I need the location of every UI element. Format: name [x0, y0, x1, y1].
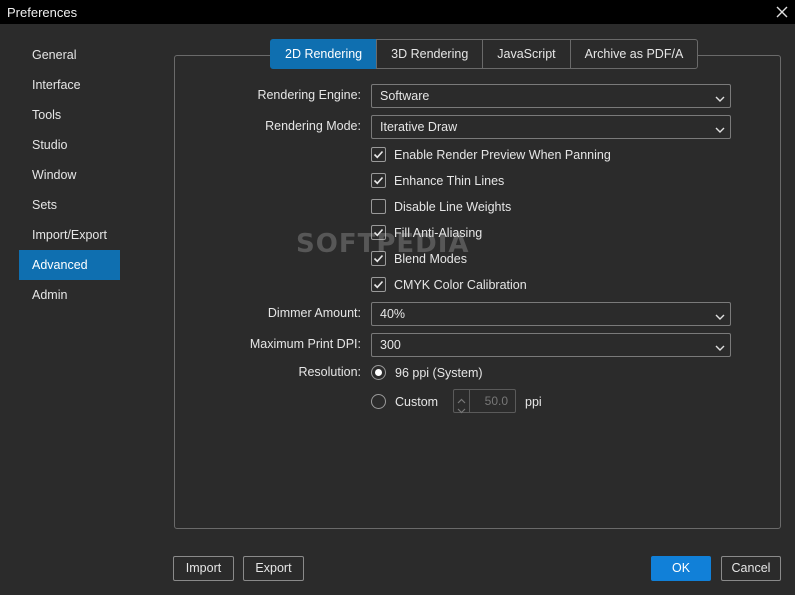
- checkbox-box[interactable]: [371, 147, 386, 162]
- sidebar-item-window[interactable]: Window: [19, 160, 120, 190]
- dimmer-amount-value: 40%: [380, 307, 406, 321]
- rendering-engine-label: Rendering Engine:: [257, 88, 361, 102]
- checkbox-label: Enable Render Preview When Panning: [394, 148, 611, 162]
- sidebar-item-admin[interactable]: Admin: [19, 280, 120, 310]
- rendering-mode-row: Rendering Mode: Iterative Draw: [174, 115, 781, 139]
- max-print-dpi-row: Maximum Print DPI: 300: [174, 333, 781, 357]
- max-print-dpi-label: Maximum Print DPI:: [249, 337, 361, 351]
- tab-3d-rendering[interactable]: 3D Rendering: [376, 39, 484, 69]
- chevron-down-icon: [715, 123, 725, 133]
- checkbox-label: Enhance Thin Lines: [394, 174, 505, 188]
- stepper-down-icon[interactable]: [457, 403, 466, 414]
- chevron-down-icon: [715, 92, 725, 102]
- checkbox-box[interactable]: [371, 277, 386, 292]
- tab-archive-pdfa[interactable]: Archive as PDF/A: [569, 39, 699, 69]
- radio-label: 96 ppi (System): [395, 366, 483, 380]
- rendering-engine-row: Rendering Engine: Software: [174, 84, 781, 108]
- window-title: Preferences: [7, 5, 78, 20]
- radio-button[interactable]: [371, 365, 386, 380]
- rendering-engine-value: Software: [380, 89, 430, 103]
- import-button[interactable]: Import: [173, 556, 234, 581]
- tab-2d-rendering[interactable]: 2D Rendering: [270, 39, 378, 69]
- checkbox-box[interactable]: [371, 173, 386, 188]
- stepper-buttons: [454, 390, 470, 414]
- sidebar-item-interface[interactable]: Interface: [19, 70, 120, 100]
- sidebar-item-general[interactable]: General: [19, 40, 120, 70]
- max-print-dpi-value: 300: [380, 338, 401, 352]
- sidebar-item-tools[interactable]: Tools: [19, 100, 120, 130]
- max-print-dpi-select[interactable]: 300: [371, 333, 731, 357]
- checkbox-label: Disable Line Weights: [394, 200, 512, 214]
- sidebar-item-import-export[interactable]: Import/Export: [19, 220, 120, 250]
- chevron-down-icon: [715, 310, 725, 320]
- title-bar: Preferences: [0, 0, 795, 24]
- stepper-up-icon[interactable]: [457, 393, 466, 404]
- category-sidebar: General Interface Tools Studio Window Se…: [19, 40, 120, 310]
- rendering-mode-value: Iterative Draw: [380, 120, 458, 134]
- rendering-mode-select[interactable]: Iterative Draw: [371, 115, 731, 139]
- cancel-button[interactable]: Cancel: [721, 556, 781, 581]
- close-icon[interactable]: [775, 5, 789, 19]
- chevron-down-icon: [715, 341, 725, 351]
- rendering-engine-select[interactable]: Software: [371, 84, 731, 108]
- resolution-label: Resolution:: [298, 365, 361, 379]
- dimmer-amount-select[interactable]: 40%: [371, 302, 731, 326]
- tab-bar: 2D Rendering 3D Rendering JavaScript Arc…: [270, 39, 699, 69]
- custom-ppi-input[interactable]: [471, 390, 515, 412]
- dimmer-amount-label: Dimmer Amount:: [267, 306, 361, 320]
- custom-ppi-stepper: [453, 389, 516, 414]
- ok-button[interactable]: OK: [651, 556, 711, 581]
- checkbox-box[interactable]: [371, 225, 386, 240]
- ppi-unit-label: ppi: [525, 395, 542, 409]
- sidebar-item-sets[interactable]: Sets: [19, 190, 120, 220]
- tab-javascript[interactable]: JavaScript: [482, 39, 571, 69]
- rendering-mode-label: Rendering Mode:: [265, 119, 361, 133]
- checkbox-box[interactable]: [371, 199, 386, 214]
- radio-label: Custom: [395, 395, 439, 409]
- sidebar-item-studio[interactable]: Studio: [19, 130, 120, 160]
- checkbox-label: Fill Anti-Aliasing: [394, 226, 483, 240]
- sidebar-item-advanced[interactable]: Advanced: [19, 250, 120, 280]
- checkbox-label: CMYK Color Calibration: [394, 278, 527, 292]
- checkbox-label: Blend Modes: [394, 252, 467, 266]
- dimmer-amount-row: Dimmer Amount: 40%: [174, 302, 781, 326]
- checkbox-box[interactable]: [371, 251, 386, 266]
- radio-button[interactable]: [371, 394, 386, 409]
- export-button[interactable]: Export: [243, 556, 304, 581]
